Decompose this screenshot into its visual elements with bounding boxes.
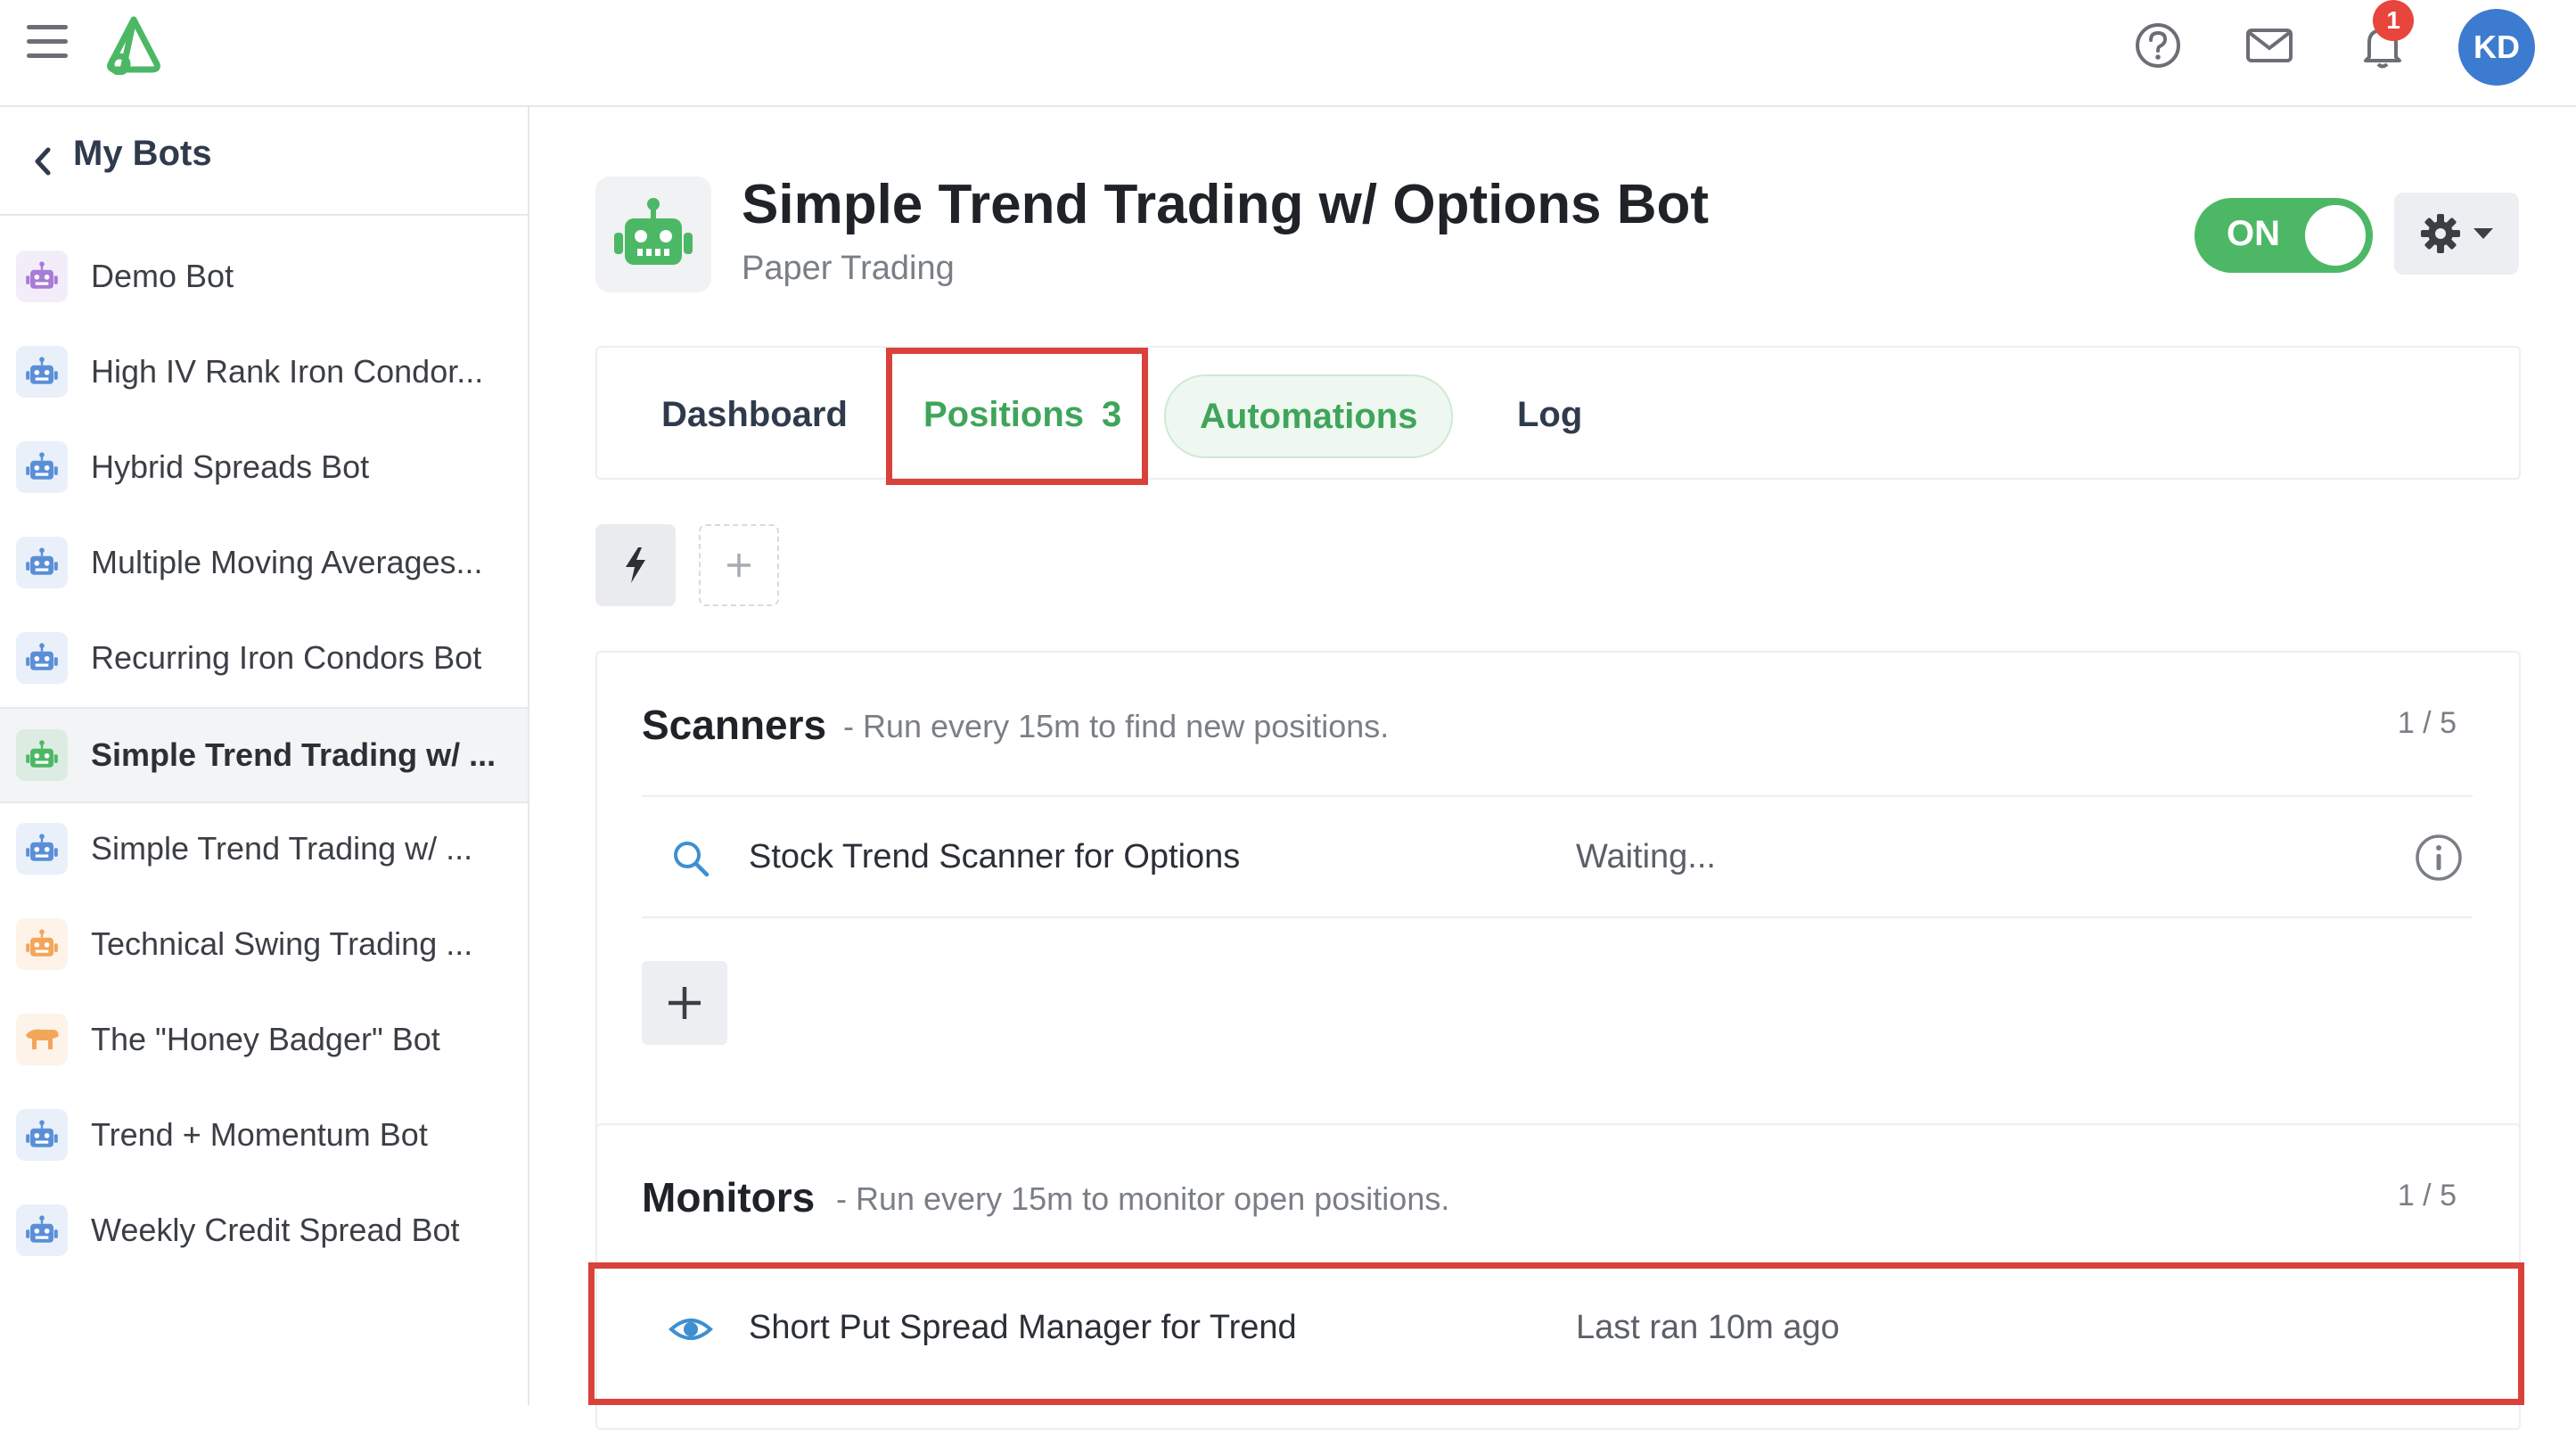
- bot-avatar: [595, 177, 711, 292]
- sidebar-item-bot[interactable]: The "Honey Badger" Bot: [0, 993, 528, 1086]
- sidebar-item-bot[interactable]: Hybrid Spreads Bot: [0, 421, 528, 514]
- scanners-description: - Run every 15m to find new positions.: [843, 708, 1390, 744]
- robot-icon: [16, 346, 68, 398]
- sidebar: My Bots Demo Bot High IV Rank Iron Condor…: [0, 107, 529, 1405]
- notification-badge: 1: [2373, 0, 2414, 41]
- tab-automations[interactable]: Automations: [1164, 374, 1454, 458]
- sidebar-item-label: Demo Bot: [91, 258, 234, 294]
- sidebar-item-bot[interactable]: Demo Bot: [0, 230, 528, 323]
- gear-icon: [2421, 214, 2460, 253]
- add-automation-button[interactable]: [699, 524, 779, 606]
- info-icon[interactable]: [2414, 833, 2464, 883]
- sidebar-item-label: Simple Trend Trading w/ ...: [91, 830, 473, 867]
- page-subtitle: Paper Trading: [742, 250, 955, 287]
- search-icon: [674, 842, 710, 877]
- robot-icon: [16, 1204, 68, 1256]
- tab-log[interactable]: Log: [1517, 374, 1582, 455]
- page-title: Simple Trend Trading w/ Options Bot: [742, 174, 1710, 235]
- sidebar-item-label: Simple Trend Trading w/ ...: [91, 736, 496, 773]
- top-bar: 1 KD: [0, 0, 2576, 107]
- sidebar-item-bot[interactable]: Simple Trend Trading w/ ...: [0, 707, 528, 803]
- toggle-knob: [2305, 205, 2366, 266]
- help-icon[interactable]: [2132, 20, 2184, 71]
- scanners-section: Scanners - Run every 15m to find new pos…: [595, 651, 2521, 1188]
- divider: [642, 795, 2473, 797]
- sidebar-header[interactable]: My Bots: [0, 107, 528, 216]
- add-scanner-button[interactable]: [642, 961, 727, 1045]
- scanners-count: 1 / 5: [2397, 706, 2457, 740]
- positions-highlight: [886, 348, 1148, 485]
- badger-icon: [16, 1014, 68, 1065]
- sidebar-item-label: Multiple Moving Averages...: [91, 544, 483, 580]
- robot-icon: [16, 251, 68, 302]
- sidebar-item-label: High IV Rank Iron Condor...: [91, 353, 484, 390]
- settings-button[interactable]: [2394, 193, 2519, 275]
- sidebar-item-bot[interactable]: Recurring Iron Condors Bot: [0, 612, 528, 704]
- robot-icon: [16, 729, 68, 781]
- bot-on-toggle[interactable]: ON: [2195, 198, 2373, 273]
- sidebar-item-label: Hybrid Spreads Bot: [91, 448, 370, 485]
- run-now-button[interactable]: [595, 524, 676, 606]
- monitors-count: 1 / 5: [2397, 1179, 2457, 1212]
- robot-icon: [16, 918, 68, 970]
- tab-log-label: Log: [1517, 394, 1583, 434]
- sidebar-title[interactable]: My Bots: [73, 134, 212, 174]
- bolt-icon: [626, 547, 645, 583]
- scanners-title: Scanners: [642, 702, 827, 748]
- tab-dashboard[interactable]: Dashboard: [661, 374, 848, 455]
- robot-icon: [16, 537, 68, 588]
- monitor-highlight: [588, 1262, 2524, 1405]
- robot-icon: [16, 632, 68, 684]
- logo-icon[interactable]: [100, 14, 168, 75]
- plus-icon: [669, 987, 701, 1019]
- tab-automations-label: Automations: [1200, 396, 1418, 436]
- sidebar-item-bot[interactable]: High IV Rank Iron Condor...: [0, 325, 528, 418]
- sidebar-item-bot[interactable]: Simple Trend Trading w/ ...: [0, 802, 528, 895]
- sidebar-item-label: The "Honey Badger" Bot: [91, 1021, 440, 1057]
- sidebar-item-bot[interactable]: Technical Swing Trading ...: [0, 898, 528, 990]
- mail-icon[interactable]: [2244, 20, 2295, 71]
- scanner-status: Waiting...: [1576, 838, 1716, 875]
- plus-icon: [727, 554, 751, 577]
- monitors-description: - Run every 15m to monitor open position…: [836, 1180, 1450, 1217]
- robot-icon: [16, 1109, 68, 1161]
- toggle-label: ON: [2227, 214, 2280, 253]
- sidebar-item-bot[interactable]: Weekly Credit Spread Bot: [0, 1184, 528, 1277]
- monitors-title: Monitors: [642, 1174, 816, 1220]
- tab-dashboard-label: Dashboard: [661, 394, 848, 434]
- sidebar-item-label: Trend + Momentum Bot: [91, 1116, 428, 1153]
- sidebar-item-label: Technical Swing Trading ...: [91, 925, 473, 962]
- avatar[interactable]: KD: [2458, 9, 2535, 86]
- sidebar-item-label: Weekly Credit Spread Bot: [91, 1212, 460, 1248]
- divider: [642, 916, 2473, 918]
- caret-down-icon: [2473, 228, 2493, 239]
- sidebar-item-label: Recurring Iron Condors Bot: [91, 639, 482, 676]
- robot-icon: [614, 198, 693, 265]
- scanner-name[interactable]: Stock Trend Scanner for Options: [749, 838, 1240, 876]
- robot-icon: [16, 823, 68, 875]
- main-content: Simple Trend Trading w/ Options Bot Pape…: [529, 107, 2576, 1430]
- menu-icon[interactable]: [27, 25, 68, 61]
- sidebar-item-bot[interactable]: Multiple Moving Averages...: [0, 516, 528, 609]
- tabs-bar: Dashboard Positions 3 Automations Log: [595, 346, 2521, 480]
- chevron-left-icon[interactable]: [30, 146, 57, 177]
- robot-icon: [16, 441, 68, 493]
- sidebar-item-bot[interactable]: Trend + Momentum Bot: [0, 1089, 528, 1181]
